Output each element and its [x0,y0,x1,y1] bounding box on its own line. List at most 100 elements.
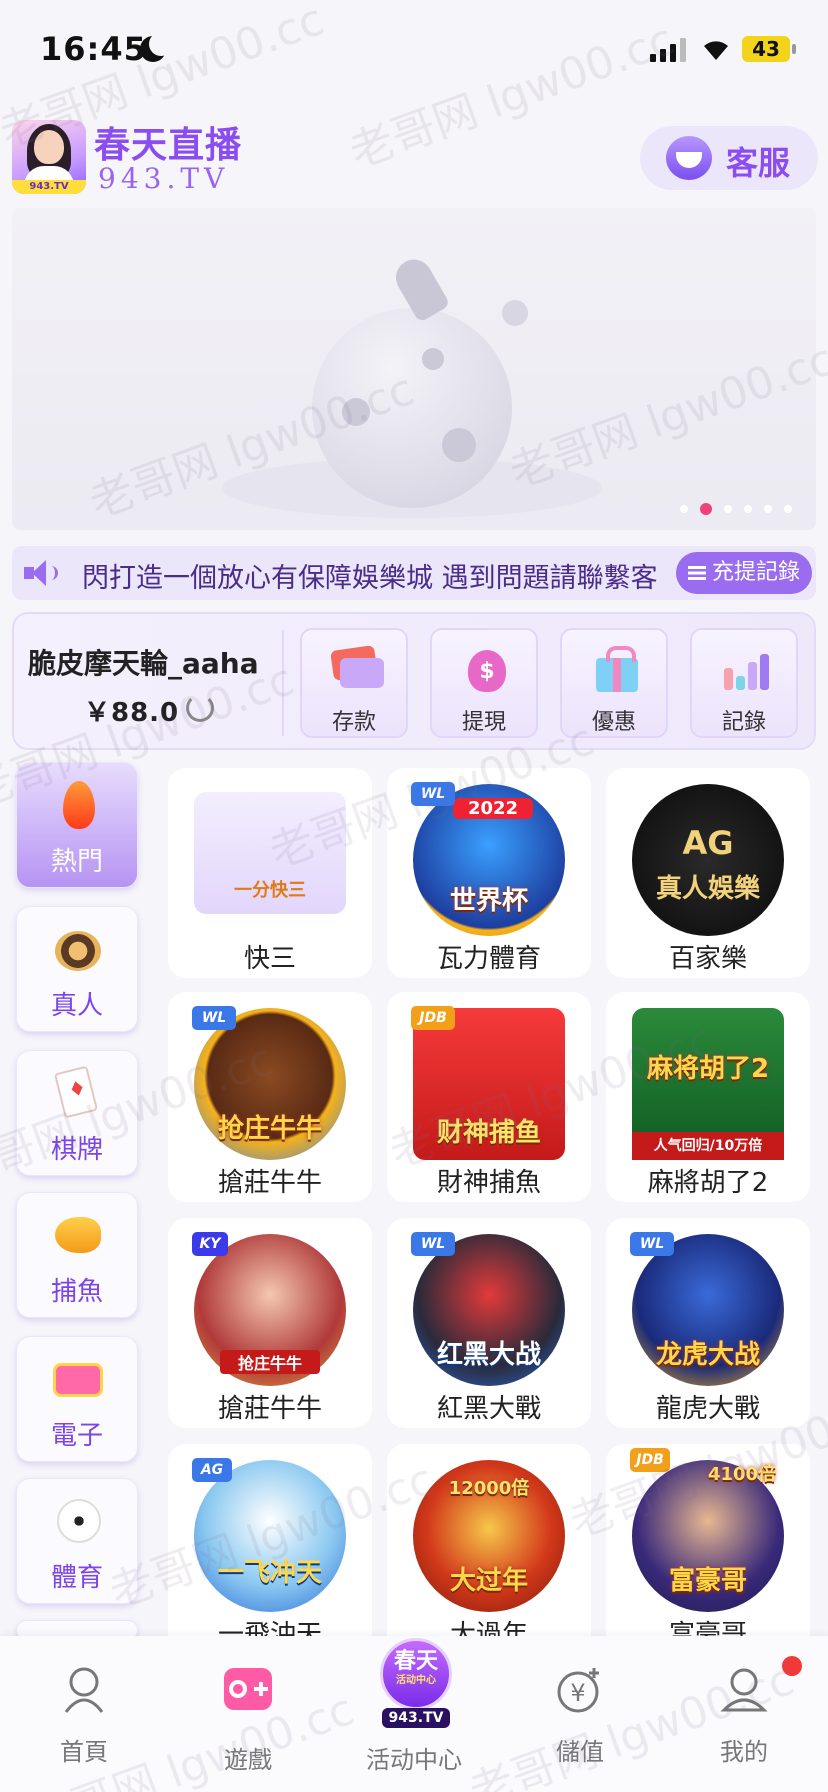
list-icon [687,566,706,580]
gamepad-icon [224,1668,272,1710]
soccer-ball-icon [51,1495,105,1547]
nav-games[interactable]: 遊戲 [178,1636,318,1792]
thumb-caption: 真人娛樂 [655,874,760,904]
game-thumbnail: 4100倍 富豪哥 [632,1460,784,1612]
game-name: 瓦力體育 [436,944,541,974]
thumb-caption: 一飞冲天 [217,1558,322,1588]
wallet-panel: 脆皮摩天輪_aaha ￥88.0 存款 $ 提現 優惠 記錄 [12,612,816,750]
speaker-icon [24,558,60,588]
category-sports[interactable]: 體育 [16,1478,138,1604]
thumb-caption: 大过年 [449,1566,528,1596]
app-subtitle: 943.TV [98,162,230,195]
provider-badge: KY [192,1232,228,1256]
game-thumbnail: AG 真人娛樂 [632,784,784,936]
records-label: 記錄 [721,710,766,735]
game-thumbnail: 抢庄牛牛 [194,1234,346,1386]
thumb-caption: 财神捕鱼 [436,1118,541,1148]
game-name: 百家樂 [668,944,747,974]
customer-service-label: 客服 [726,144,791,182]
wifi-icon [704,41,728,60]
promotions-button[interactable]: 優惠 [560,628,668,738]
battery-icon: 43 [742,36,790,62]
logo-tv-text: 943.TV [382,1708,450,1728]
game-tile[interactable]: AG 真人娛樂 百家樂 [606,768,810,978]
nav-label: 首頁 [60,1738,108,1766]
app-logo-icon[interactable]: 943.TV [12,120,86,194]
category-fishing[interactable]: 捕魚 [16,1192,138,1318]
category-label: 體育 [50,1563,103,1593]
activity-center-logo: 春天 活动中心 [380,1638,452,1710]
bar-chart-icon [718,642,774,694]
deposit-withdraw-records-button[interactable]: 充提記錄 [676,552,812,594]
records-button[interactable]: 記錄 [690,628,798,738]
game-name: 快三 [243,944,296,974]
category-live[interactable]: 真人 [16,906,138,1032]
battery-tip [792,44,796,54]
home-avatar-icon [64,1667,104,1713]
game-name: 搶莊牛牛 [217,1394,322,1424]
promo-banner-carousel[interactable] [12,208,816,530]
thumb-caption: 世界杯 [449,886,528,916]
game-tile[interactable]: 麻将胡了2 人气回归/10万倍 麻將胡了2 [606,992,810,1202]
thumb-caption: 红黑大战 [436,1340,541,1370]
playing-card-icon [51,1065,105,1119]
thumb-badge: AG [682,824,734,862]
withdraw-button[interactable]: $ 提現 [430,628,538,738]
thumb-caption: 富豪哥 [668,1566,747,1596]
game-thumbnail: 抢庄牛牛 [194,1008,346,1160]
nav-home[interactable]: 首頁 [14,1636,154,1792]
thumb-multiplier: 12000倍 [448,1478,530,1499]
provider-badge: JDB [411,1006,455,1030]
logo-tag: 943.TV [12,180,86,194]
game-tile[interactable]: 抢庄牛牛 WL 搶莊牛牛 [168,992,372,1202]
gift-icon [588,642,644,694]
username: 脆皮摩天輪_aaha [28,647,259,680]
thumb-caption: 龙虎大战 [655,1340,760,1370]
game-tile[interactable]: 2022 世界杯 WL 瓦力體育 [387,768,591,978]
empty-moon-illustration [312,308,512,508]
game-tile[interactable]: 红黑大战 WL 紅黑大戰 [387,1218,591,1428]
thumb-caption: 一分快三 [234,880,306,901]
nav-activity-center[interactable]: 春天 活动中心 943.TV 活动中心 [344,1636,484,1792]
money-bag-icon: $ [458,642,514,694]
game-tile[interactable]: 抢庄牛牛 KY 搶莊牛牛 [168,1218,372,1428]
game-tile[interactable]: 12000倍 大过年 大過年 [387,1444,591,1654]
game-tile[interactable]: 4100倍 富豪哥 JDB 富豪哥 [606,1444,810,1654]
provider-badge: WL [411,782,455,806]
refresh-icon[interactable] [186,694,214,722]
cellular-signal-icon [650,38,686,62]
game-name: 龍虎大戰 [655,1394,760,1424]
nav-label: 遊戲 [224,1746,272,1774]
records-label: 充提記錄 [711,560,800,585]
game-tile[interactable]: 一飞冲天 AG 一飛沖天 [168,1444,372,1654]
deposit-button[interactable]: 存款 [300,628,408,738]
headset-icon [666,136,712,180]
game-thumbnail: 12000倍 大过年 [413,1460,565,1612]
game-name: 搶莊牛牛 [217,1168,322,1198]
game-tile[interactable]: 财神捕鱼 JDB 財神捕魚 [387,992,591,1202]
game-name: 麻將胡了2 [647,1168,769,1198]
thumb-multiplier: 4100倍 [707,1464,777,1485]
cards-icon [328,642,384,694]
game-tile[interactable]: 一分快三 快三 [168,768,372,978]
game-tile[interactable]: 龙虎大战 WL 龍虎大戰 [606,1218,810,1428]
game-thumbnail: 红黑大战 [413,1234,565,1386]
withdraw-label: 提現 [461,710,506,735]
balance-amount: ￥88.0 [84,698,180,728]
category-hot[interactable]: 熱門 [16,762,138,888]
profile-icon [720,1668,768,1712]
game-thumbnail: 麻将胡了2 人气回归/10万倍 [632,1008,784,1160]
nav-profile[interactable]: 我的 [674,1636,814,1792]
announcement-text: 閃打造一個放心有保障娛樂城 遇到問題請聯繫客 [82,563,658,594]
category-slots[interactable]: 電子 [16,1336,138,1462]
nav-deposit[interactable]: ¥ 儲值 [510,1636,650,1792]
category-label: 棋牌 [50,1135,103,1165]
logo-top-text: 春天 [393,1649,438,1674]
provider-badge: AG [192,1458,232,1482]
provider-badge: WL [411,1232,455,1256]
announcement-marquee[interactable]: 閃打造一個放心有保障娛樂城 遇到問題請聯繫客 充提記錄 [12,546,816,600]
category-cards[interactable]: 棋牌 [16,1050,138,1176]
app-header: 943.TV 春天直播 943.TV 客服 [0,112,828,202]
game-thumbnail: 财神捕鱼 [413,1008,565,1160]
customer-service-button[interactable]: 客服 [640,126,818,190]
